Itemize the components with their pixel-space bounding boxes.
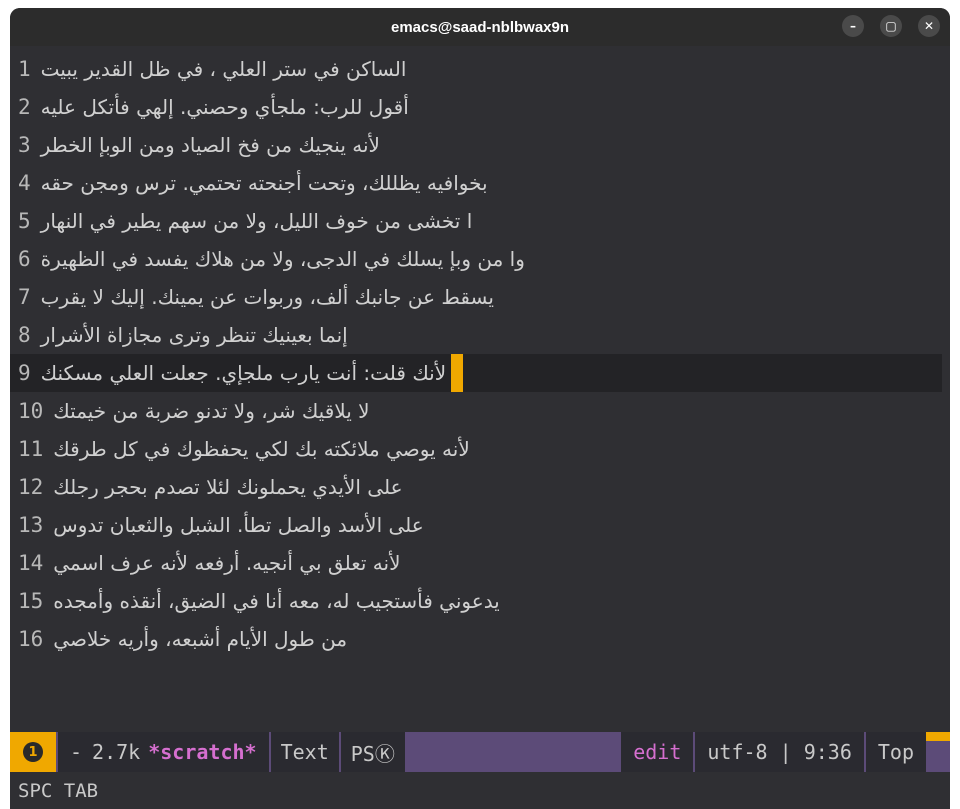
line-number: 16 xyxy=(18,627,44,651)
scroll-position-label: Top xyxy=(877,740,914,764)
window-number-icon: 1 xyxy=(23,742,43,762)
editor-line[interactable]: 3 لأنه ينجيك من فخ الصياد ومن الوبإ الخطر xyxy=(10,126,942,164)
maximize-button[interactable]: ▢ xyxy=(880,15,902,37)
line-number: 4 xyxy=(18,171,31,195)
line-text[interactable]: من طول الأيام أشبعه، وأريه خلاصي xyxy=(53,627,347,651)
line-number: 3 xyxy=(18,133,31,157)
line-number: 5 xyxy=(18,209,31,233)
line-number: 15 xyxy=(18,589,44,613)
editor-line[interactable]: 11 لأنه يوصي ملائكته بك لكي يحفظوك في كل … xyxy=(10,430,942,468)
line-text[interactable]: الساكن في ستر العلي ، في ظل القدير يبيت xyxy=(41,57,407,81)
encoding-position[interactable]: utf-8 | 9:36 xyxy=(695,732,864,772)
line-text[interactable]: يدعوني فأستجيب له، معه أنا في الضيق، أنق… xyxy=(53,589,499,613)
line-text[interactable]: وا من وبإ يسلك في الدجى، ولا من هلاك يفس… xyxy=(41,247,525,271)
line-number: 7 xyxy=(18,285,31,309)
evil-state-label: edit xyxy=(633,740,682,764)
window-title: emacs@saad-nblbwax9n xyxy=(390,18,570,36)
editor-line[interactable]: 12 على الأيدي يحملونك لئلا تصدم بحجر رجلك xyxy=(10,468,942,506)
line-number: 9 xyxy=(18,361,31,385)
line-number: 13 xyxy=(18,513,44,537)
line-text[interactable]: على الأيدي يحملونك لئلا تصدم بحجر رجلك xyxy=(53,475,402,499)
close-icon: ✕ xyxy=(923,19,935,33)
line-text[interactable]: لا يلاقيك شر، ولا تدنو ضربة من خيمتك xyxy=(53,399,369,423)
encoding-position-label: utf-8 | 9:36 xyxy=(707,740,852,764)
major-mode-label: Text xyxy=(280,740,329,764)
mode-line: 1 - 2.7k *scratch* Text PSⓀ edit utf-8 |… xyxy=(10,732,950,772)
echo-area-text: SPC TAB xyxy=(18,779,99,802)
editor-line[interactable]: 9 لأنك قلت: أنت يارب ملجإي. جعلت العلي مس… xyxy=(10,354,942,392)
echo-area: SPC TAB xyxy=(10,772,950,809)
buffer-state: - xyxy=(70,740,83,764)
minimize-icon: – xyxy=(850,19,856,33)
line-text[interactable]: بخوافيه يظللك، وتحت أجنحته تحتمي. ترس وم… xyxy=(41,171,488,195)
editor-line[interactable]: 2 أقول للرب: ملجأي وحصني. إلهي فأتكل عليه xyxy=(10,88,942,126)
editor-line[interactable]: 16 من طول الأيام أشبعه، وأريه خلاصي xyxy=(10,620,942,658)
editor-line[interactable]: 13 على الأسد والصل تطأ. الشبل والثعبان تد… xyxy=(10,506,942,544)
line-number: 10 xyxy=(18,399,44,423)
editor-line[interactable]: 10 لا يلاقيك شر، ولا تدنو ضربة من خيمتك xyxy=(10,392,942,430)
scroll-position: Top xyxy=(865,732,926,772)
line-number: 1 xyxy=(18,57,31,81)
line-text[interactable]: أقول للرب: ملجأي وحصني. إلهي فأتكل عليه xyxy=(41,95,409,119)
line-text[interactable]: لأنه تعلق بي أنجيه. أرفعه لأنه عرف اسمي xyxy=(53,551,400,575)
evil-state: edit xyxy=(621,732,694,772)
line-number: 8 xyxy=(18,323,31,347)
minimize-button[interactable]: – xyxy=(842,15,864,37)
maximize-icon: ▢ xyxy=(885,19,897,33)
line-number: 2 xyxy=(18,95,31,119)
editor-line[interactable]: 7 يسقط عن جانبك ألف، وربوات عن يمينك. إلي… xyxy=(10,278,942,316)
line-text[interactable]: لأنك قلت: أنت يارب ملجإي. جعلت العلي مسك… xyxy=(41,361,447,385)
title-bar[interactable]: emacs@saad-nblbwax9n – ▢ ✕ xyxy=(10,8,950,46)
line-number: 11 xyxy=(18,437,44,461)
line-number: 14 xyxy=(18,551,44,575)
buffer-info[interactable]: - 2.7k *scratch* xyxy=(58,732,269,772)
modeline-filler xyxy=(404,732,622,772)
editor-line[interactable]: 4 بخوافيه يظللك، وتحت أجنحته تحتمي. ترس و… xyxy=(10,164,942,202)
editor-line[interactable]: 5 ا تخشى من خوف الليل، ولا من سهم يطير في… xyxy=(10,202,942,240)
text-cursor xyxy=(451,354,463,392)
close-button[interactable]: ✕ xyxy=(918,15,940,37)
minor-modes[interactable]: PSⓀ xyxy=(340,732,405,772)
minor-mode-label: PSⓀ xyxy=(350,741,395,766)
line-text[interactable]: إنما بعينيك تنظر وترى مجازاة الأشرار xyxy=(41,323,348,347)
buffer-name[interactable]: *scratch* xyxy=(148,740,256,764)
line-number: 12 xyxy=(18,475,44,499)
editor-line[interactable]: 14 لأنه تعلق بي أنجيه. أرفعه لأنه عرف اسم… xyxy=(10,544,942,582)
major-mode[interactable]: Text xyxy=(270,732,339,772)
text-editor-area[interactable]: 1 الساكن في ستر العلي ، في ظل القدير يبيت… xyxy=(10,46,950,732)
window-number-badge[interactable]: 1 xyxy=(10,732,56,772)
editor-line[interactable]: 1 الساكن في ستر العلي ، في ظل القدير يبيت xyxy=(10,50,942,88)
line-text[interactable]: لأنه ينجيك من فخ الصياد ومن الوبإ الخطر xyxy=(41,133,380,157)
editor-line[interactable]: 6 وا من وبإ يسلك في الدجى، ولا من هلاك يف… xyxy=(10,240,942,278)
line-text[interactable]: لأنه يوصي ملائكته بك لكي يحفظوك في كل طر… xyxy=(53,437,469,461)
line-number: 6 xyxy=(18,247,31,271)
buffer-size: 2.7k xyxy=(92,740,141,764)
line-text[interactable]: ا تخشى من خوف الليل، ولا من سهم يطير في … xyxy=(41,209,473,233)
hud-indicator xyxy=(926,732,950,772)
editor-line[interactable]: 8 إنما بعينيك تنظر وترى مجازاة الأشرار xyxy=(10,316,942,354)
editor-line[interactable]: 15 يدعوني فأستجيب له، معه أنا في الضيق، أ… xyxy=(10,582,942,620)
line-text[interactable]: يسقط عن جانبك ألف، وربوات عن يمينك. إليك… xyxy=(41,285,494,309)
line-text[interactable]: على الأسد والصل تطأ. الشبل والثعبان تدوس xyxy=(53,513,423,537)
emacs-window: emacs@saad-nblbwax9n – ▢ ✕ 1 الساكن في ست… xyxy=(10,8,950,809)
